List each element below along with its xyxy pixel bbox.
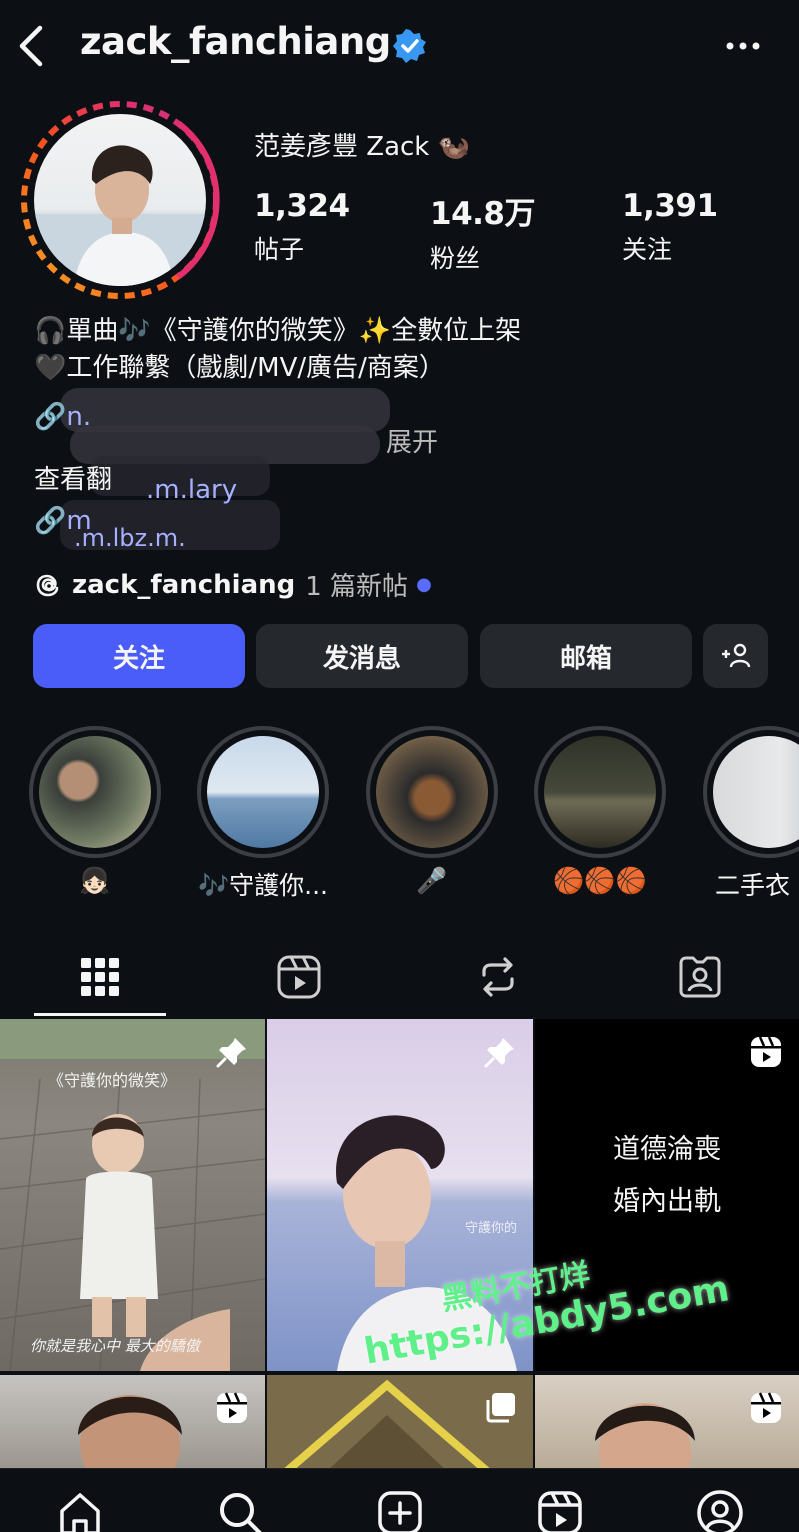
bottom-nav [0, 1468, 799, 1532]
highlight-ring [197, 726, 329, 858]
chevron-left-icon[interactable] [14, 22, 50, 70]
grid-post[interactable] [0, 1375, 265, 1471]
reel-badge-icon [751, 1036, 781, 1067]
tab-grid[interactable] [0, 936, 199, 1018]
see-translation[interactable]: 查看翻 [34, 467, 144, 493]
bio-link-1-text: n. [66, 402, 92, 432]
home-icon [60, 1493, 100, 1532]
grid-post[interactable] [267, 1375, 533, 1471]
stat-following-value: 1,391 [622, 188, 718, 224]
story-highlight[interactable]: 🎶守護你... [197, 726, 329, 902]
create-icon [378, 1491, 422, 1532]
bio-line-2: 🖤工作聯繫（戲劇/MV/廣告/商案） [34, 353, 445, 383]
highlight-cover [544, 736, 656, 848]
highlight-cover [713, 736, 799, 848]
story-highlight[interactable]: 👧🏻 [29, 726, 161, 896]
grid-icon [80, 958, 119, 996]
nav-profile[interactable] [690, 1489, 750, 1532]
suggest-user-button[interactable] [703, 624, 768, 688]
profile-username-title: zack_fanchiang [80, 20, 391, 63]
tagged-icon [679, 956, 720, 998]
reel-badge-icon [751, 1392, 781, 1423]
threads-badge[interactable]: zack_fanchiang 1 篇新帖 ● [34, 566, 432, 603]
highlight-ring [366, 726, 498, 858]
carousel-icon [486, 1393, 515, 1423]
link-icon: 🔗 [34, 402, 67, 432]
highlight-label: 🎤 [416, 866, 448, 895]
highlight-cover [376, 736, 488, 848]
stat-posts-label: 帖子 [254, 235, 305, 264]
nav-home[interactable] [50, 1489, 110, 1532]
profile-tabs [0, 936, 799, 1018]
highlight-label: 👧🏻 [79, 866, 111, 895]
post-subtitle: 你就是我心中 最大的驕傲 [30, 1337, 200, 1355]
avatar-photo [34, 114, 206, 286]
post-text-line-2: 婚內出軌 [613, 1186, 721, 1217]
reel-badge-icon [217, 1392, 247, 1423]
highlight-label: 🎶守護你... [198, 871, 328, 900]
story-highlight[interactable]: 🎤 [366, 726, 498, 896]
tab-tagged[interactable] [600, 936, 799, 1018]
bio-link-1[interactable]: 🔗n. [34, 404, 154, 430]
stat-following[interactable]: 1,391 关注 [622, 188, 718, 266]
verified-badge-icon [393, 29, 426, 63]
reels-nav-icon [538, 1491, 582, 1532]
tab-reposts[interactable] [398, 936, 597, 1018]
highlight-cover [207, 736, 319, 848]
bio-link-fragment-1[interactable]: .m.lary [146, 477, 266, 503]
highlight-ring [29, 726, 161, 858]
grid-post[interactable]: 《守護你的微笑》 你就是我心中 最大的驕傲 [0, 1019, 265, 1371]
post-caption: 《守護你的微笑》 [48, 1071, 177, 1090]
bio-link-fragment-2[interactable]: .m.lbz.m. [74, 526, 214, 550]
pin-icon [216, 1038, 246, 1068]
threads-new-posts: 1 篇新帖 [305, 572, 409, 602]
profile-avatar[interactable] [18, 98, 222, 302]
add-person-icon [721, 643, 750, 668]
stat-followers[interactable]: 14.8万 粉丝 [430, 188, 536, 275]
stat-followers-label: 粉丝 [430, 244, 481, 273]
grid-post[interactable] [535, 1375, 799, 1471]
nav-reels[interactable] [530, 1489, 590, 1532]
message-button[interactable]: 发消息 [256, 624, 468, 688]
active-tab-indicator [34, 1013, 166, 1016]
repost-icon [481, 957, 514, 997]
bio-line-1: 🎧單曲🎶《守護你的微笑》✨全數位上架 [34, 316, 522, 346]
threads-new-dot: ● [416, 574, 432, 595]
post-text-line-1: 道德淪喪 [613, 1134, 721, 1165]
highlight-cover [39, 736, 151, 848]
highlight-label: 🏀🏀🏀 [553, 866, 647, 895]
post-caption: 守護你的 [465, 1221, 518, 1236]
stat-followers-value: 14.8万 [430, 196, 536, 232]
link-icon: 🔗 [34, 506, 67, 536]
story-highlight[interactable]: 🏀🏀🏀 [534, 726, 666, 896]
email-button[interactable]: 邮箱 [480, 624, 692, 688]
pin-icon [484, 1038, 514, 1068]
stat-posts[interactable]: 1,324 帖子 [254, 188, 350, 266]
search-icon [220, 1493, 262, 1532]
nav-search[interactable] [210, 1489, 270, 1532]
threads-icon [36, 574, 59, 596]
profile-header: zack_fanchiang [0, 0, 799, 92]
threads-username: zack_fanchiang [72, 569, 296, 600]
expand-link[interactable]: 展开 [386, 430, 466, 456]
tab-reels[interactable] [199, 936, 398, 1018]
more-horizontal-icon[interactable] [723, 28, 763, 64]
highlight-label: 二手衣 [715, 871, 791, 900]
story-highlight[interactable]: 二手衣 [703, 726, 799, 902]
highlight-ring [534, 726, 666, 858]
stat-posts-value: 1,324 [254, 188, 350, 224]
profile-icon [697, 1490, 743, 1532]
nav-create[interactable] [370, 1489, 430, 1532]
highlight-ring [703, 726, 799, 858]
display-name: 范姜彥豐 Zack 🦦 [254, 132, 470, 162]
stat-following-label: 关注 [622, 235, 673, 264]
follow-button[interactable]: 关注 [33, 624, 245, 688]
reels-icon [277, 955, 320, 999]
